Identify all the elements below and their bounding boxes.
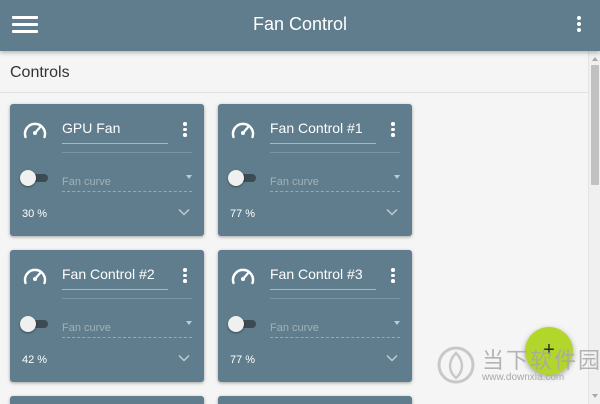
dropdown-arrow-icon: [186, 321, 192, 325]
fan-curve-placeholder: Fan curve: [62, 322, 111, 334]
fan-speed-value: 30 %: [22, 208, 48, 220]
fan-enable-toggle[interactable]: [20, 316, 50, 332]
scrollbar-thumb[interactable]: [591, 65, 599, 185]
fan-enable-toggle[interactable]: [20, 170, 50, 186]
fan-curve-select[interactable]: Fan curve: [270, 172, 400, 192]
chevron-down-icon[interactable]: [178, 354, 190, 362]
card-more-icon[interactable]: [182, 268, 188, 286]
fan-name-field[interactable]: Fan Control #3: [270, 266, 376, 290]
fan-name-field[interactable]: GPU Fan: [62, 120, 168, 144]
fan-speed-value: 77 %: [230, 354, 256, 366]
fan-speed-value: 42 %: [22, 354, 48, 366]
gauge-icon: [231, 268, 255, 285]
chevron-down-icon[interactable]: [178, 208, 190, 216]
scroll-up-arrow-icon[interactable]: [592, 57, 598, 61]
fan-curve-placeholder: Fan curve: [270, 322, 319, 334]
section-divider: [0, 92, 588, 93]
section-title: Controls: [10, 64, 70, 81]
fan-enable-toggle[interactable]: [228, 170, 258, 186]
dropdown-arrow-icon: [394, 175, 400, 179]
app-bar: Fan Control: [0, 0, 600, 51]
fan-name-field[interactable]: Fan Control #2: [62, 266, 168, 290]
add-fan-button[interactable]: +: [525, 327, 573, 375]
gauge-icon: [23, 122, 47, 139]
fan-curve-select[interactable]: Fan curve: [62, 172, 192, 192]
card-divider: [62, 298, 192, 299]
card-more-icon[interactable]: [182, 122, 188, 140]
card-more-icon[interactable]: [390, 268, 396, 286]
fan-card: Fan Control #2 Fan curve 42 %: [10, 250, 204, 382]
gauge-icon: [23, 268, 47, 285]
controls-content: Controls GPU Fan Fan curve 30 % Fan Cont…: [0, 51, 588, 404]
fan-curve-placeholder: Fan curve: [270, 176, 319, 188]
fan-curve-placeholder: Fan curve: [62, 176, 111, 188]
fan-speed-value: 77 %: [230, 208, 256, 220]
fan-enable-toggle[interactable]: [228, 316, 258, 332]
more-vert-icon[interactable]: [576, 16, 582, 36]
fan-name-field[interactable]: Fan Control #1: [270, 120, 376, 144]
dropdown-arrow-icon: [394, 321, 400, 325]
card-divider: [270, 152, 400, 153]
fan-card: GPU Fan Fan curve 30 %: [10, 104, 204, 236]
fan-card: Fan Control #1 Fan curve 77 %: [218, 104, 412, 236]
fan-curve-select[interactable]: Fan curve: [62, 318, 192, 338]
card-divider: [62, 152, 192, 153]
fan-card-partial: [218, 396, 412, 404]
chevron-down-icon[interactable]: [386, 354, 398, 362]
app-title: Fan Control: [252, 14, 348, 34]
card-divider: [270, 298, 400, 299]
scroll-down-arrow-icon[interactable]: [592, 394, 598, 398]
card-more-icon[interactable]: [390, 122, 396, 140]
add-icon: +: [543, 339, 555, 361]
fan-curve-select[interactable]: Fan curve: [270, 318, 400, 338]
chevron-down-icon[interactable]: [386, 208, 398, 216]
gauge-icon: [231, 122, 255, 139]
fan-card: Fan Control #3 Fan curve 77 %: [218, 250, 412, 382]
dropdown-arrow-icon: [186, 175, 192, 179]
vertical-scrollbar[interactable]: [588, 51, 600, 404]
fan-card-partial: [10, 396, 204, 404]
